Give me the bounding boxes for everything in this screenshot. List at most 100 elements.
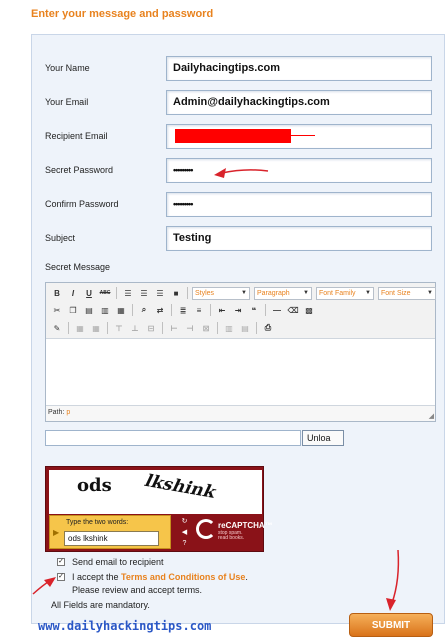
editor-path-bar: Path: p — [46, 405, 435, 421]
find-icon[interactable]: ⌕ — [137, 304, 151, 317]
font-family-select[interactable]: Font Family ▼ — [316, 286, 374, 300]
print-icon[interactable]: ⎙ — [261, 322, 275, 335]
styles-select-label: Styles — [195, 289, 215, 297]
toolbar-separator — [187, 287, 188, 299]
recaptcha-brand: reCAPTCHA™ — [218, 521, 273, 530]
subject-input[interactable]: Testing — [166, 226, 432, 251]
toolbar-separator — [265, 304, 266, 316]
toolbar-separator — [171, 304, 172, 316]
merge-cells-icon[interactable]: ▤ — [238, 322, 252, 335]
row-after-icon[interactable]: ⊥ — [128, 322, 142, 335]
cut-icon[interactable]: ✂ — [50, 304, 64, 317]
horizontal-rule-icon[interactable]: — — [270, 304, 284, 317]
toolbar-separator — [162, 322, 163, 334]
captcha-answer-box: ▶ Type the two words: ods lkshink — [49, 515, 171, 549]
send-email-checkbox[interactable]: ✓ — [57, 558, 65, 566]
toolbar-row-3: ✎ ▦ ▦ ⊤ ⊥ ⊟ ⊢ ⊣ ⊠ ▥ ▤ ⎙ — [50, 321, 275, 335]
split-cells-icon[interactable]: ▥ — [222, 322, 236, 335]
blockquote-icon[interactable]: ❝ — [247, 304, 261, 317]
chevron-down-icon: ▼ — [241, 290, 247, 296]
captcha-word-2: lkshink — [141, 471, 220, 503]
recaptcha-logo-icon — [196, 519, 216, 539]
editor-content-area[interactable] — [46, 339, 435, 407]
form-heading: Enter your message and password — [31, 8, 214, 20]
font-size-select[interactable]: Font Size ▼ — [378, 286, 436, 300]
align-justify-icon[interactable]: ■ — [169, 287, 183, 300]
replace-icon[interactable]: ⇄ — [153, 304, 167, 317]
arrow-right-icon: ▶ — [53, 528, 60, 537]
delete-row-icon[interactable]: ⊟ — [144, 322, 158, 335]
watermark: www.dailyhackingtips.com — [38, 619, 212, 633]
chevron-down-icon: ▼ — [427, 290, 433, 296]
underline-button[interactable]: U — [82, 287, 96, 300]
toolbar-separator — [107, 322, 108, 334]
captcha-answer-input[interactable]: ods lkshink — [64, 531, 159, 546]
paste-word-icon[interactable]: ▦ — [114, 304, 128, 317]
accept-suffix: . — [245, 572, 248, 582]
paste-text-icon[interactable]: ▥ — [98, 304, 112, 317]
paste-icon[interactable]: ▤ — [82, 304, 96, 317]
refresh-icon[interactable]: ↻ — [179, 516, 191, 525]
help-icon[interactable]: ? — [179, 539, 191, 548]
resize-grip-icon[interactable]: ◢ — [429, 412, 434, 420]
name-input[interactable]: Dailyhacingtips.com — [166, 56, 432, 81]
subject-label: Subject — [45, 233, 76, 243]
captcha-hint: Type the two words: — [66, 519, 129, 526]
bold-button[interactable]: B — [50, 287, 64, 300]
toolbar-row-2: ✂ ❐ ▤ ▥ ▦ ⌕ ⇄ ≣ ≡ ⇤ ⇥ ❝ — ⌫ ▩ — [50, 303, 316, 317]
toolbar-separator — [210, 304, 211, 316]
col-after-icon[interactable]: ⊣ — [183, 322, 197, 335]
outdent-icon[interactable]: ⇤ — [215, 304, 229, 317]
mandatory-note: All Fields are mandatory. — [51, 600, 150, 610]
numbered-list-icon[interactable]: ≡ — [192, 304, 206, 317]
strikethrough-button[interactable]: ABC — [98, 287, 112, 300]
password-label: Secret Password — [45, 165, 114, 175]
toolbar-separator — [217, 322, 218, 334]
terms-link[interactable]: Terms and Conditions of Use — [121, 572, 245, 582]
captcha-image: ods lkshink — [49, 470, 262, 514]
table-icon[interactable]: ▦ — [73, 322, 87, 335]
captcha-word-1: ods — [77, 475, 112, 496]
align-center-icon[interactable]: ☰ — [137, 287, 151, 300]
col-before-icon[interactable]: ⊢ — [167, 322, 181, 335]
toolbar-separator — [68, 322, 69, 334]
recaptcha-widget: ods lkshink ▶ Type the two words: ods lk… — [45, 466, 273, 552]
name-label: Your Name — [45, 63, 90, 73]
visual-aid-icon[interactable]: ▩ — [302, 304, 316, 317]
chevron-down-icon: ▼ — [303, 290, 309, 296]
table-props-icon[interactable]: ▦ — [89, 322, 103, 335]
toolbar-separator — [132, 304, 133, 316]
edit-icon[interactable]: ✎ — [50, 322, 64, 335]
bullet-list-icon[interactable]: ≣ — [176, 304, 190, 317]
accept-terms-checkbox[interactable]: ✓ — [57, 573, 65, 581]
submit-button[interactable]: SUBMIT — [349, 613, 433, 637]
toolbar-separator — [256, 322, 257, 334]
recipient-label: Recipient Email — [45, 131, 108, 141]
copy-icon[interactable]: ❐ — [66, 304, 80, 317]
font-family-select-label: Font Family — [319, 289, 356, 297]
path-value: p — [66, 409, 71, 416]
confirm-password-input[interactable]: ••••••••• — [166, 192, 432, 217]
remove-format-icon[interactable]: ⌫ — [286, 304, 300, 317]
send-email-label: Send email to recipient — [72, 557, 164, 567]
paragraph-select[interactable]: Paragraph ▼ — [254, 286, 312, 300]
indent-icon[interactable]: ⇥ — [231, 304, 245, 317]
review-terms-text: Please review and accept terms. — [72, 585, 203, 595]
align-left-icon[interactable]: ☰ — [121, 287, 135, 300]
email-input[interactable]: Admin@dailyhackingtips.com — [166, 90, 432, 115]
delete-col-icon[interactable]: ⊠ — [199, 322, 213, 335]
toolbar-row-1: B I U ABC ☰ ☰ ☰ ■ Styles ▼ Paragraph ▼ Fon… — [50, 286, 438, 300]
align-right-icon[interactable]: ☰ — [153, 287, 167, 300]
file-upload-input[interactable] — [45, 430, 301, 446]
italic-button[interactable]: I — [66, 287, 80, 300]
recaptcha-tagline-2: read books. — [218, 535, 245, 541]
email-label: Your Email — [45, 97, 89, 107]
toolbar-separator — [116, 287, 117, 299]
upload-button[interactable]: Unloa — [302, 430, 344, 446]
styles-select[interactable]: Styles ▼ — [192, 286, 250, 300]
confirm-password-label: Confirm Password — [45, 199, 119, 209]
password-input[interactable]: ••••••••• — [166, 158, 432, 183]
audio-icon[interactable]: ◀ — [179, 528, 191, 537]
row-before-icon[interactable]: ⊤ — [112, 322, 126, 335]
captcha-controls: ↻ ◀ ? — [177, 516, 192, 548]
